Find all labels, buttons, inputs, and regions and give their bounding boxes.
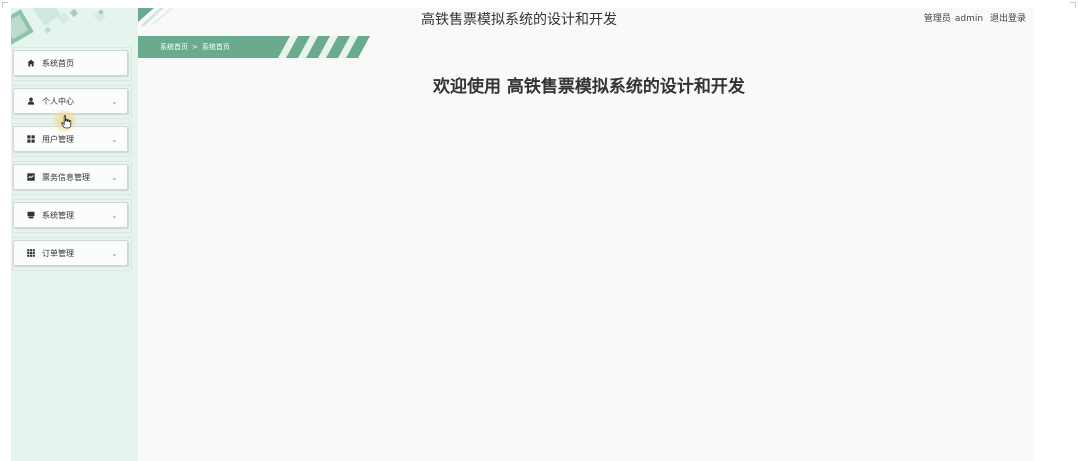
sidebar-item-order-management[interactable]: 订单管理 ⌄	[12, 237, 132, 271]
person-icon	[26, 97, 36, 105]
sidebar-item-label: 用户管理	[42, 134, 74, 144]
sidebar-decoration	[11, 8, 138, 48]
breadcrumb-item-current: 系统首页	[201, 43, 230, 51]
sidebar-item-ticket-info-management[interactable]: 票务信息管理 ⌄	[12, 161, 132, 195]
chevron-down-icon: ⌄	[111, 248, 118, 258]
user-role: 管理员	[923, 14, 951, 24]
sidebar-item-label: 系统首页	[42, 58, 74, 68]
app-title: 高铁售票模拟系统的设计和开发	[421, 12, 617, 28]
chevron-down-icon: ⌄	[111, 172, 118, 182]
breadcrumb-item-home[interactable]: 系统首页	[160, 43, 188, 51]
sidebar-item-system-management[interactable]: 系统管理 ⌄	[12, 199, 132, 233]
username: admin	[954, 14, 984, 24]
sidebar-item-label: 个人中心	[42, 96, 74, 106]
system-icon	[26, 211, 36, 219]
chevron-down-icon: ⌄	[111, 96, 118, 106]
sidebar-item-label: 票务信息管理	[42, 172, 90, 182]
table-icon	[26, 249, 36, 257]
logout-link[interactable]: 退出登录	[990, 14, 1026, 24]
app-window: 系统首页 个人中心 ⌄ 用户管理 ⌄ 票务信息管理 ⌄ 系统管理 ⌄ 订单管理 …	[11, 8, 1033, 461]
header-decoration	[138, 8, 198, 28]
chevron-down-icon: ⌄	[111, 210, 118, 220]
breadcrumb: 系统首页 > 系统首页	[138, 36, 370, 58]
home-icon	[26, 59, 36, 67]
crop-mark-top-left	[2, 2, 8, 8]
sidebar-item-label: 系统管理	[42, 210, 74, 220]
sidebar-item-label: 订单管理	[42, 248, 74, 258]
hand-cursor-icon	[61, 114, 72, 133]
chevron-down-icon: ⌄	[111, 134, 118, 144]
breadcrumb-separator: >	[192, 43, 198, 51]
user-area: 管理员 admin 退出登录	[920, 11, 1026, 24]
sidebar-item-home[interactable]: 系统首页	[12, 47, 132, 81]
grid-icon	[26, 135, 36, 143]
sidebar: 系统首页 个人中心 ⌄ 用户管理 ⌄ 票务信息管理 ⌄ 系统管理 ⌄ 订单管理 …	[11, 8, 138, 461]
welcome-heading: 欢迎使用 高铁售票模拟系统的设计和开发	[433, 77, 745, 97]
crop-mark-top-right	[1070, 2, 1076, 8]
ticket-icon	[26, 173, 36, 181]
